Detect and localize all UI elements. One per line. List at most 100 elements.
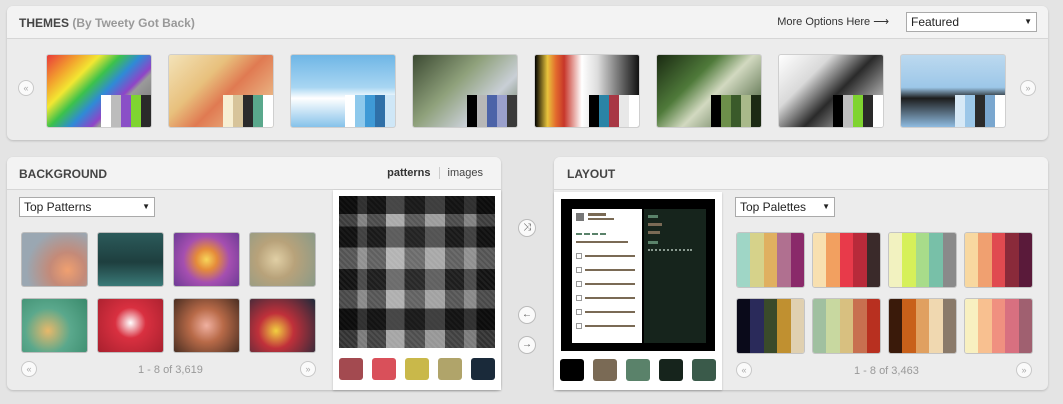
patterns-next-button[interactable]: » [300, 361, 316, 377]
shuffle-button[interactable]: ⤨ [518, 219, 536, 237]
theme-swatch [111, 95, 121, 127]
pattern-tile[interactable] [21, 298, 88, 353]
themes-select[interactable]: Featured ▼ [906, 12, 1037, 32]
theme-thumbnail[interactable] [46, 54, 152, 128]
layout-color-swatch[interactable] [659, 359, 683, 381]
palette-tile[interactable] [812, 298, 881, 354]
palette-tile[interactable] [964, 298, 1033, 354]
pattern-color-swatch[interactable] [339, 358, 363, 380]
layout-header: LAYOUT [554, 157, 1048, 190]
theme-swatch [599, 95, 609, 127]
theme-swatch [497, 95, 507, 127]
palette-color [991, 233, 1006, 287]
palette-color [902, 299, 916, 353]
pattern-color-swatch[interactable] [438, 358, 462, 380]
palettes-select[interactable]: Top Palettes ▼ [735, 197, 835, 217]
palette-tile[interactable] [736, 298, 805, 354]
theme-thumbnail[interactable] [290, 54, 396, 128]
palette-color [1005, 233, 1019, 287]
theme-swatch [131, 95, 141, 127]
palette-color [777, 299, 791, 353]
themes-header: THEMES (By Tweety Got Back) More Options… [7, 6, 1048, 39]
palette-color [902, 233, 916, 287]
arrow-right-button[interactable]: → [518, 336, 536, 354]
patterns-prev-button[interactable]: « [21, 361, 37, 377]
theme-swatch [955, 95, 965, 127]
palette-color [978, 299, 992, 353]
palette-tile[interactable] [812, 232, 881, 288]
palette-tile[interactable] [964, 232, 1033, 288]
background-title: BACKGROUND [19, 167, 107, 181]
palette-color [813, 299, 827, 353]
pattern-tile[interactable] [21, 232, 88, 287]
chevron-down-icon: ▼ [142, 202, 150, 211]
palette-color [929, 233, 943, 287]
theme-swatch [995, 95, 1005, 127]
tab-images[interactable]: images [440, 167, 491, 179]
palettes-prev-button[interactable]: « [736, 362, 752, 378]
theme-swatch [589, 95, 599, 127]
palette-color [889, 299, 903, 353]
palette-color [1005, 299, 1019, 353]
pattern-tile[interactable] [173, 298, 240, 353]
tab-patterns[interactable]: patterns [379, 167, 440, 179]
patterns-select[interactable]: Top Patterns ▼ [19, 197, 155, 217]
theme-swatch [507, 95, 517, 127]
pattern-tile[interactable] [97, 232, 164, 287]
layout-color-swatch[interactable] [692, 359, 716, 381]
theme-thumbnail[interactable] [168, 54, 274, 128]
palettes-select-value: Top Palettes [740, 200, 807, 214]
layout-preview-card [554, 192, 722, 390]
palette-color [826, 299, 840, 353]
theme-swatch [253, 95, 263, 127]
theme-swatch [711, 95, 721, 127]
theme-swatch [965, 95, 975, 127]
palette-color [991, 299, 1006, 353]
layout-title: LAYOUT [567, 167, 616, 181]
more-options-link[interactable]: More Options Here ⟶ [777, 15, 889, 28]
palette-color [737, 299, 751, 353]
background-tabs: patterns images [379, 167, 491, 179]
themes-panel: THEMES (By Tweety Got Back) More Options… [7, 6, 1048, 140]
palette-color [965, 233, 979, 287]
layout-color-swatch[interactable] [626, 359, 650, 381]
palettes-next-button[interactable]: » [1016, 362, 1032, 378]
pattern-preview-image [339, 196, 495, 348]
pattern-tile[interactable] [249, 298, 316, 353]
pattern-color-swatch[interactable] [471, 358, 495, 380]
theme-thumbnail[interactable] [412, 54, 518, 128]
theme-thumbnail[interactable] [534, 54, 640, 128]
pattern-color-swatch[interactable] [372, 358, 396, 380]
chevron-down-icon: ▼ [1024, 17, 1032, 26]
palette-color [866, 233, 880, 287]
palette-color [915, 299, 930, 353]
theme-swatch [233, 95, 243, 127]
layout-color-swatch[interactable] [560, 359, 584, 381]
theme-swatch [619, 95, 629, 127]
theme-thumbnail[interactable] [656, 54, 762, 128]
palette-color [790, 233, 804, 287]
themes-next-button[interactable]: » [1020, 80, 1036, 96]
palette-tile[interactable] [888, 232, 957, 288]
palette-tile[interactable] [736, 232, 805, 288]
layout-color-swatch[interactable] [593, 359, 617, 381]
palette-color [915, 233, 930, 287]
palette-color [790, 299, 804, 353]
pattern-tile[interactable] [97, 298, 164, 353]
themes-prev-button[interactable]: « [18, 80, 34, 96]
theme-thumbnail[interactable] [900, 54, 1006, 128]
layout-preview-image [561, 199, 715, 351]
patterns-pager: 1 - 8 of 3,619 [138, 364, 203, 376]
pattern-color-swatch[interactable] [405, 358, 429, 380]
theme-thumbnail[interactable] [778, 54, 884, 128]
theme-swatch [833, 95, 843, 127]
theme-swatch [385, 95, 395, 127]
theme-swatch [741, 95, 751, 127]
pattern-tile[interactable] [249, 232, 316, 287]
arrow-left-button[interactable]: ← [518, 306, 536, 324]
palette-tile[interactable] [888, 298, 957, 354]
theme-swatch [609, 95, 619, 127]
palette-color [889, 233, 903, 287]
theme-swatch [629, 95, 639, 127]
pattern-tile[interactable] [173, 232, 240, 287]
